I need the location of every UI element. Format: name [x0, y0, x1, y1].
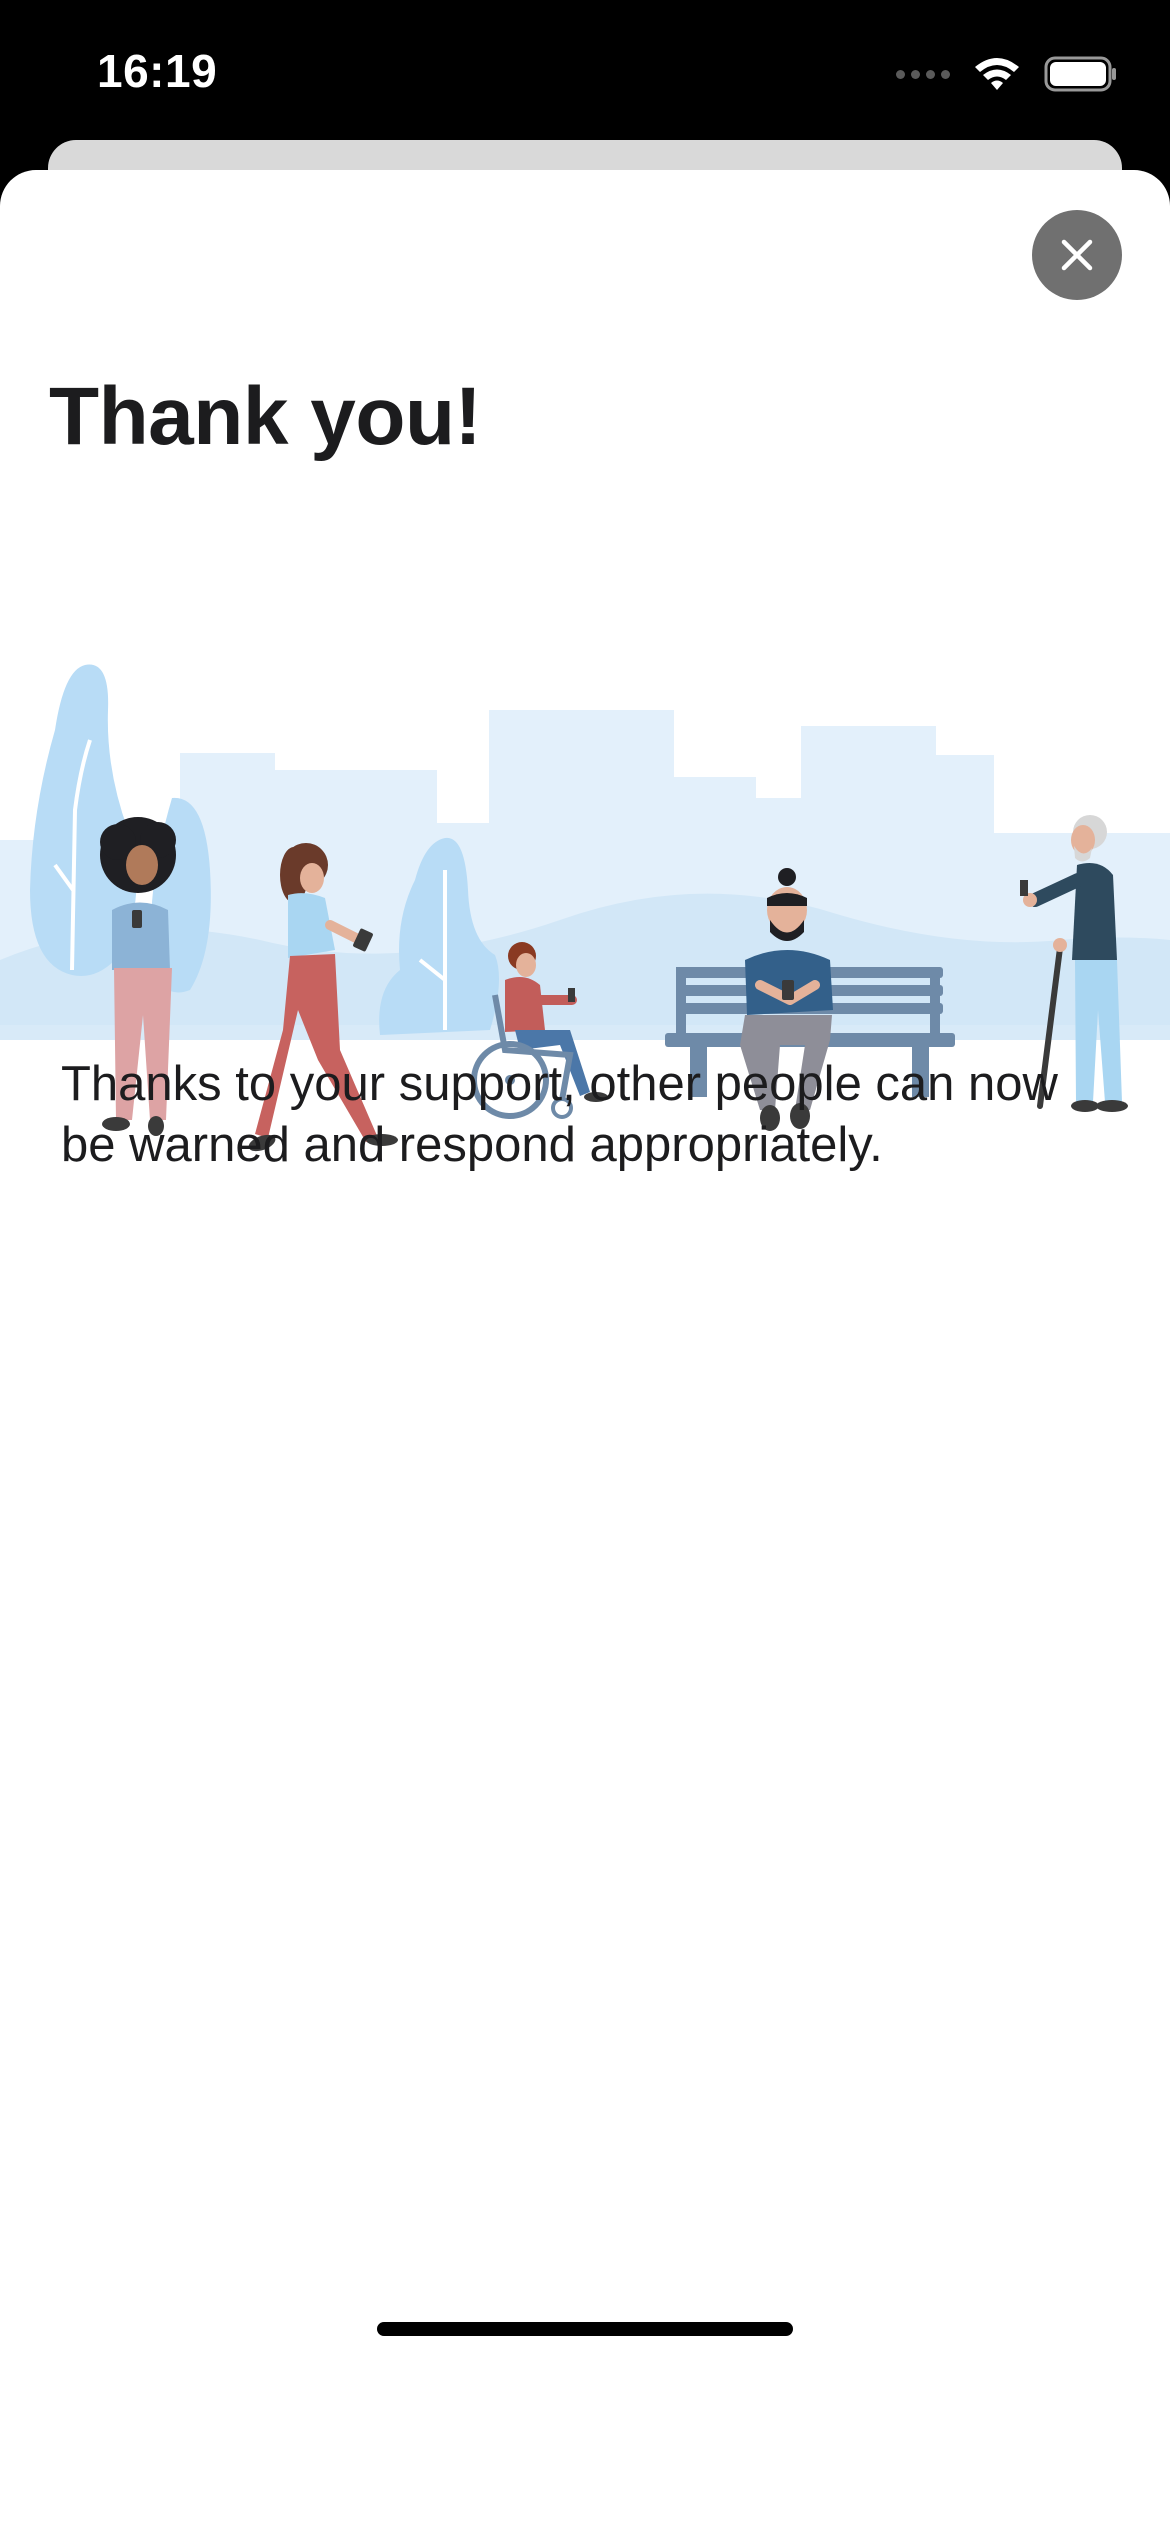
page-title: Thank you!: [49, 371, 482, 462]
thank-you-message: Thanks to your support, other people can…: [61, 1057, 1058, 1172]
close-button[interactable]: [1032, 210, 1122, 300]
modal-sheet: Thank you! Thanks to your support, other…: [0, 170, 1170, 2532]
home-indicator[interactable]: [377, 2322, 793, 2336]
status-time: 16:19: [97, 45, 218, 97]
status-icons: [896, 52, 1118, 96]
close-icon: [1061, 239, 1093, 271]
status-bar: 16:19: [0, 0, 1170, 140]
battery-icon: [1044, 56, 1116, 92]
signal-dots-icon: [896, 69, 950, 79]
wifi-icon: [975, 58, 1019, 90]
